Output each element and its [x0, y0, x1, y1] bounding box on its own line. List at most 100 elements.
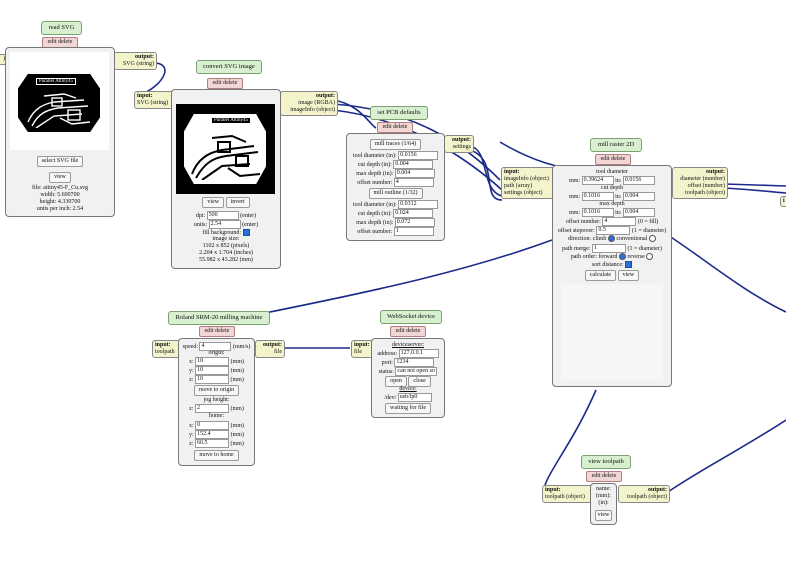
- toolpath-preview: [561, 284, 663, 380]
- traces-max-depth-input[interactable]: 0.004: [394, 169, 435, 178]
- websocket-edit-delete[interactable]: edit delete: [390, 326, 426, 337]
- reverse-radio[interactable]: [646, 253, 654, 260]
- wire-raster-right2: [723, 187, 786, 194]
- status-field: can not open so: [395, 367, 438, 376]
- max-depth-heading: max depth: [599, 201, 625, 207]
- convert-view-button[interactable]: view: [202, 197, 225, 208]
- cut-depth-mm-input[interactable]: 0.1016: [581, 192, 614, 201]
- convert-svg-input-port[interactable]: input: SVG (string): [134, 91, 176, 109]
- roland-edit-delete[interactable]: edit delete: [199, 326, 235, 337]
- svg-file-name: file: attiny45-F_Cu.svg: [32, 185, 88, 191]
- device-input[interactable]: usb/lp0: [397, 393, 432, 402]
- tool-diameter-in-input[interactable]: 0.0156: [622, 176, 655, 185]
- svg-units: units per inch: 2.54: [36, 206, 84, 212]
- origin-z-input[interactable]: 10: [195, 375, 229, 384]
- outline-offset-number-input[interactable]: 1: [393, 227, 434, 236]
- traces-offset-number-input[interactable]: 4: [393, 178, 434, 187]
- read-svg-title[interactable]: read SVG: [41, 21, 82, 35]
- image-size-inches: 2.204 x 1.704 (inches): [199, 250, 253, 256]
- pcb-defaults-edit-delete[interactable]: edit delete: [377, 122, 413, 133]
- move-to-home-button[interactable]: move to home: [194, 450, 239, 461]
- trace-pattern: [27, 93, 91, 128]
- mill-raster-output-port[interactable]: output: diameter (number) offset (number) t…: [672, 167, 728, 199]
- websocket-title[interactable]: WebSocket device: [380, 310, 442, 324]
- move-to-origin-button[interactable]: move to origin: [193, 385, 240, 396]
- mill-outline-button[interactable]: mill outline (1/32): [368, 188, 423, 199]
- select-svg-file-button[interactable]: select SVG file: [36, 156, 84, 167]
- climb-radio[interactable]: [607, 235, 615, 242]
- mill-raster-title[interactable]: mill raster 2D: [590, 138, 642, 152]
- address-input[interactable]: 127.0.0.1: [398, 349, 439, 358]
- origin-y-input[interactable]: 10: [195, 366, 230, 375]
- board-label: Parallel Attiny45: [36, 78, 77, 85]
- right-stub-port[interactable]: i: [780, 196, 786, 207]
- pcb-defaults-output-port[interactable]: output: settings: [444, 135, 474, 153]
- units-input[interactable]: 2.54: [208, 220, 241, 229]
- toolpath-mm-label: (mm):: [596, 493, 611, 499]
- origin-x-input[interactable]: 10: [195, 357, 230, 366]
- image-size-mm: 55.982 x 43.282 (mm): [199, 257, 253, 263]
- convert-svg-edit-delete[interactable]: edit delete: [207, 78, 243, 89]
- invert-button[interactable]: invert: [225, 197, 250, 208]
- home-z-input[interactable]: 60.5: [195, 439, 229, 448]
- outline-max-depth-input[interactable]: 0.072: [394, 218, 435, 227]
- home-x-input[interactable]: 0: [195, 421, 230, 430]
- home-y-input[interactable]: 152.4: [195, 430, 230, 439]
- view-toolpath-title[interactable]: view toolpath: [581, 455, 631, 469]
- image-trace-pattern: [191, 134, 261, 180]
- waiting-for-file-button[interactable]: waiting for file: [385, 403, 431, 414]
- port-input[interactable]: 1234: [394, 358, 435, 367]
- read-svg-view-button[interactable]: view: [49, 172, 71, 183]
- wire-view-right: [667, 419, 786, 493]
- mill-raster-input-port[interactable]: input: imageInfo (object) path (array) sett…: [501, 167, 557, 199]
- wire-toolpath-roland: [259, 239, 553, 315]
- svg-width: width: 5.600700: [40, 192, 80, 198]
- view-toolpath-output-port[interactable]: output: toolpath (object): [618, 485, 670, 503]
- offset-stepover-input[interactable]: 0.5: [596, 226, 631, 235]
- deviceserver-heading: deviceserver:: [392, 342, 424, 348]
- max-depth-in-input[interactable]: 0.004: [622, 208, 655, 217]
- toolpath-in-label: (in):: [598, 500, 609, 506]
- traces-tool-diameter-input[interactable]: 0.0156: [398, 151, 439, 160]
- traces-cut-depth-input[interactable]: 0.004: [393, 160, 434, 169]
- roland-output-port[interactable]: output: file: [255, 340, 285, 358]
- mill-raster-module: tool diameter mm: 0.39624 in: 0.0156 cut…: [552, 165, 672, 387]
- path-merge-input[interactable]: 1: [592, 244, 626, 253]
- view-toolpath-edit-delete[interactable]: edit delete: [586, 471, 622, 482]
- roland-title[interactable]: Roland SRM-20 milling machine: [168, 311, 270, 325]
- conventional-radio[interactable]: [648, 235, 656, 242]
- view-toolpath-input-port[interactable]: input: toolpath (object): [542, 485, 594, 503]
- outline-tool-diameter-input[interactable]: 0.0312: [398, 200, 439, 209]
- fill-background-checkbox[interactable]: [242, 229, 250, 236]
- max-depth-mm-input[interactable]: 0.1016: [581, 208, 614, 217]
- image-size-pixels: 1102 x 852 (pixels): [202, 243, 250, 249]
- sort-distance-checkbox[interactable]: [625, 261, 633, 268]
- convert-svg-output-port[interactable]: output: image (RGBA) imageInfo (object): [280, 91, 338, 116]
- dpi-input[interactable]: 500: [206, 211, 239, 220]
- tool-diameter-mm-input[interactable]: 0.39624: [581, 176, 614, 185]
- outline-cut-depth-input[interactable]: 0.024: [393, 209, 434, 218]
- roland-module: speed: 4 (mm/s) origin: x: 10 (mm) y: 10…: [178, 338, 255, 466]
- cut-depth-in-input[interactable]: 0.004: [622, 192, 655, 201]
- mill-raster-view-button[interactable]: view: [617, 270, 640, 281]
- convert-svg-module: Parallel Attiny45 view invert dpi: 500 (…: [171, 89, 281, 269]
- jog-z-input[interactable]: 2: [195, 404, 229, 413]
- toolpath-name-label: name:: [596, 486, 611, 492]
- origin-heading: origin:: [208, 350, 225, 356]
- view-toolpath-view-button[interactable]: view: [594, 510, 613, 521]
- jog-height-heading: jog height:: [203, 397, 230, 403]
- pcb-defaults-module: mill traces (1/64) tool diameter (in): 0…: [346, 133, 445, 241]
- svg-preview: Parallel Attiny45: [10, 52, 109, 150]
- svg-height: height: 4.330700: [39, 199, 81, 205]
- calculate-button[interactable]: calculate: [584, 270, 617, 281]
- mill-raster-edit-delete[interactable]: edit delete: [595, 154, 631, 165]
- read-svg-output-port[interactable]: output: SVG (string): [113, 52, 157, 70]
- forward-radio[interactable]: [618, 253, 626, 260]
- mill-traces-button[interactable]: mill traces (1/64): [369, 139, 422, 150]
- convert-svg-title[interactable]: convert SVG image: [196, 60, 262, 74]
- pcb-defaults-title[interactable]: set PCB defaults: [370, 106, 428, 120]
- offset-number-input[interactable]: 4: [602, 217, 637, 226]
- image-board-label: Parallel Attiny45: [212, 118, 251, 123]
- home-heading: home:: [209, 413, 224, 419]
- wire-settings-c: [469, 149, 503, 201]
